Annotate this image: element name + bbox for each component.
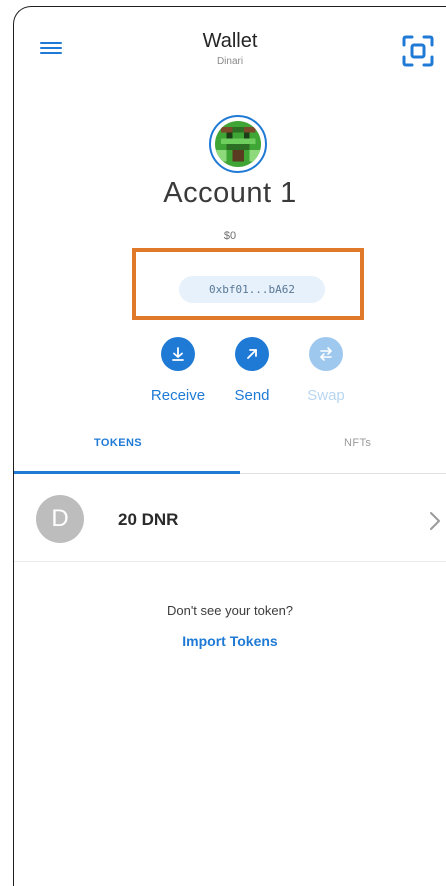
network-name: Dinari bbox=[216, 56, 244, 67]
token-balance: 20 DNR bbox=[118, 510, 179, 529]
account-balance: $0 bbox=[223, 230, 237, 242]
identicon-icon bbox=[215, 121, 261, 167]
wallet-screen: Wallet Dinari Account 1 $0 0xbf01...bA62… bbox=[13, 6, 446, 886]
tab-nfts[interactable]: NFTs bbox=[344, 437, 371, 449]
page-title: Wallet bbox=[202, 30, 258, 52]
missing-token-hint: Don't see your token? bbox=[166, 603, 294, 618]
receive-button[interactable]: Receive bbox=[138, 337, 218, 404]
list-item[interactable]: D 20 DNR bbox=[14, 474, 446, 562]
account-avatar[interactable] bbox=[209, 115, 267, 173]
token-avatar: D bbox=[36, 495, 84, 543]
swap-button[interactable]: Swap bbox=[286, 337, 366, 404]
account-name: Account 1 bbox=[163, 177, 297, 209]
scan-qr-icon[interactable] bbox=[398, 31, 438, 71]
tab-tokens[interactable]: TOKENS bbox=[94, 437, 142, 449]
import-tokens-link[interactable]: Import Tokens bbox=[14, 633, 446, 649]
chevron-right-icon bbox=[429, 511, 441, 531]
swap-label: Swap bbox=[307, 387, 345, 404]
send-button[interactable]: Send bbox=[212, 337, 292, 404]
swap-icon bbox=[309, 337, 343, 371]
account-address-button[interactable]: 0xbf01...bA62 bbox=[179, 276, 325, 303]
arrow-up-right-icon bbox=[235, 337, 269, 371]
send-label: Send bbox=[234, 387, 270, 404]
download-icon bbox=[161, 337, 195, 371]
receive-label: Receive bbox=[150, 387, 206, 404]
